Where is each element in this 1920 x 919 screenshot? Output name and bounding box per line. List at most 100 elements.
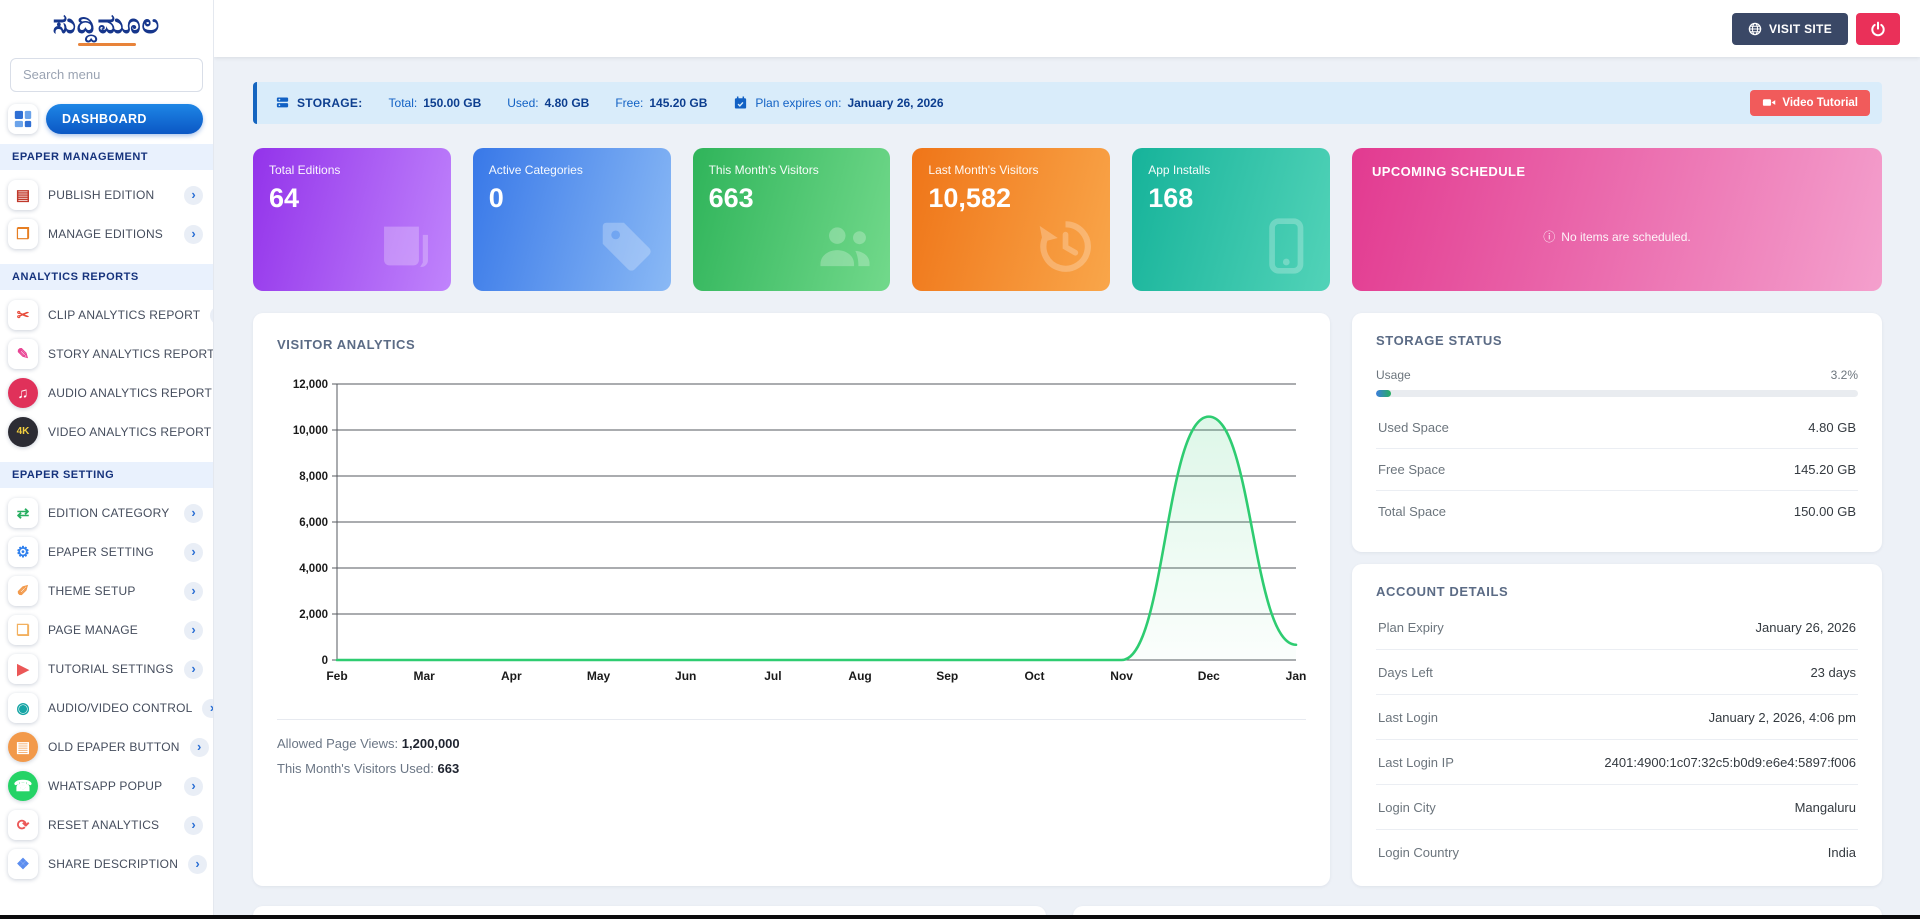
clip-report-icon: ✂: [8, 300, 38, 330]
row-value: January 2, 2026, 4:06 pm: [1709, 710, 1856, 725]
power-icon: [1870, 21, 1886, 37]
sidebar-item-video-analytics-report[interactable]: 4KVIDEO ANALYTICS REPORT: [0, 413, 213, 452]
sidebar-item-epaper-setting[interactable]: ⚙EPAPER SETTING›: [0, 533, 213, 572]
detail-row-days-left: Days Left 23 days: [1376, 650, 1858, 695]
sidebar-item-label: VIDEO ANALYTICS REPORT: [48, 425, 211, 439]
stat-card-last-month-s-visitors: Last Month's Visitors10,582: [912, 148, 1110, 291]
sidebar-item-story-analytics-report[interactable]: ✎STORY ANALYTICS REPORT: [0, 335, 213, 374]
chevron-right-icon[interactable]: ›: [184, 186, 203, 205]
row-value: Mangaluru: [1795, 800, 1856, 815]
svg-text:8,000: 8,000: [299, 471, 328, 483]
chevron-right-icon[interactable]: ›: [188, 855, 207, 874]
row-label: Days Left: [1378, 665, 1433, 680]
chevron-right-icon[interactable]: ›: [184, 660, 203, 679]
sidebar-item-share-description[interactable]: ❖SHARE DESCRIPTION›: [0, 845, 213, 884]
sidebar-item-label: OLD EPAPER BUTTON: [48, 740, 180, 754]
sidebar-item-label: PAGE MANAGE: [48, 623, 174, 637]
storage-free-value: 145.20 GB: [649, 96, 707, 110]
storage-info-bar: STORAGE: Total: 150.00 GB Used: 4.80 GB …: [253, 82, 1882, 124]
account-details-title: ACCOUNT DETAILS: [1376, 584, 1858, 599]
chevron-right-icon[interactable]: ›: [184, 777, 203, 796]
sidebar-item-label: MANAGE EDITIONS: [48, 227, 174, 241]
detail-row-login-country: Login CountryIndia: [1376, 830, 1858, 874]
chevron-right-icon[interactable]: ›: [202, 699, 214, 718]
gear-icon: ⚙: [8, 537, 38, 567]
sidebar-item-dashboard[interactable]: DASHBOARD: [0, 104, 213, 134]
sidebar-item-reset-analytics[interactable]: ⟳RESET ANALYTICS›: [0, 806, 213, 845]
stat-card-value: 10,582: [928, 183, 1094, 214]
brand-logo-tagline: [78, 43, 136, 46]
chevron-right-icon[interactable]: ›: [190, 738, 209, 757]
sidebar-item-old-epaper-button[interactable]: ▤OLD EPAPER BUTTON›: [0, 728, 213, 767]
sidebar-item-label: PUBLISH EDITION: [48, 188, 174, 202]
history-icon: [1034, 215, 1096, 277]
dashboard-grid-icon: [8, 104, 38, 134]
svg-text:6,000: 6,000: [299, 517, 328, 529]
shuffle-icon: ⇄: [8, 498, 38, 528]
sidebar-item-audio-analytics-report[interactable]: ♫ AUDIO ANALYTICS REPORT: [0, 374, 213, 413]
sidebar-item-page-manage[interactable]: ❏ PAGE MANAGE ›: [0, 611, 213, 650]
chevron-right-icon[interactable]: ›: [184, 621, 203, 640]
detail-row-login-city: Login CityMangaluru: [1376, 785, 1858, 830]
svg-text:Nov: Nov: [1110, 669, 1133, 683]
row-value: 150.00 GB: [1794, 504, 1856, 519]
row-label: Login Country: [1378, 845, 1459, 860]
sidebar-item-clip-analytics-report[interactable]: ✂CLIP ANALYTICS REPORT›: [0, 296, 213, 335]
video-camera-icon: [1762, 96, 1776, 110]
sidebar-section-title: EPAPER SETTING: [0, 462, 213, 488]
stat-card-total-editions: Total Editions64: [253, 148, 451, 291]
svg-text:Jul: Jul: [764, 669, 781, 683]
row-label: Last Login IP: [1378, 755, 1454, 770]
chevron-right-icon[interactable]: ›: [184, 582, 203, 601]
row-value: 4.80 GB: [1808, 420, 1856, 435]
chevron-right-icon[interactable]: ›: [184, 816, 203, 835]
upcoming-schedule-card: UPCOMING SCHEDULEⓘNo items are scheduled…: [1352, 148, 1882, 291]
sidebar-item-edition-category[interactable]: ⇄ EDITION CATEGORY ›: [0, 494, 213, 533]
detail-row-used-space: Used Space 4.80 GB: [1376, 407, 1858, 449]
audio-report-icon: ♫: [8, 378, 38, 408]
usage-progress-bar: [1376, 390, 1858, 397]
sidebar-item-tutorial-settings[interactable]: ▶TUTORIAL SETTINGS›: [0, 650, 213, 689]
stat-cards-row: Total Editions64Active Categories0This M…: [253, 148, 1882, 291]
video-tutorial-button[interactable]: Video Tutorial: [1750, 90, 1870, 116]
chevron-right-icon[interactable]: ›: [184, 225, 203, 244]
page-icon: ❏: [8, 615, 38, 645]
chevron-right-icon[interactable]: ›: [184, 504, 203, 523]
chevron-right-icon[interactable]: ›: [184, 543, 203, 562]
sidebar-item-audio-video-control[interactable]: ◉AUDIO/VIDEO CONTROL›: [0, 689, 213, 728]
logout-power-button[interactable]: [1856, 13, 1900, 45]
sidebar-item-label: EDITION CATEGORY: [48, 506, 174, 520]
visit-site-button[interactable]: VISIT SITE: [1732, 13, 1848, 45]
dashboard-pill-label[interactable]: DASHBOARD: [46, 104, 203, 134]
video-tutorial-label: Video Tutorial: [1782, 97, 1858, 109]
info-icon: ⓘ: [1543, 228, 1555, 245]
storage-used-value: 4.80 GB: [545, 96, 590, 110]
av-control-icon: ◉: [8, 693, 38, 723]
sidebar-item-publish-edition[interactable]: ▤ PUBLISH EDITION ›: [0, 176, 213, 215]
svg-text:0: 0: [322, 655, 328, 667]
newspaper-icon: ▤: [8, 180, 38, 210]
share-icon: ❖: [8, 849, 38, 879]
detail-row-last-login-ip: Last Login IP2401:4900:1c07:32c5:b0d9:e6…: [1376, 740, 1858, 785]
stat-card-label: This Month's Visitors: [709, 163, 875, 177]
brush-icon: ✐: [8, 576, 38, 606]
row-value: 23 days: [1810, 665, 1856, 680]
sidebar-section-title: ANALYTICS REPORTS: [0, 264, 213, 290]
sidebar-item-manage-editions[interactable]: ❒ MANAGE EDITIONS ›: [0, 215, 213, 254]
folder-editions-icon: ❒: [8, 219, 38, 249]
visit-site-label: VISIT SITE: [1769, 22, 1832, 36]
people-icon: [814, 215, 876, 277]
row-value: January 26, 2026: [1756, 620, 1856, 635]
sidebar-item-theme-setup[interactable]: ✐THEME SETUP›: [0, 572, 213, 611]
calendar-icon: [733, 95, 749, 111]
sidebar-item-label: AUDIO ANALYTICS REPORT: [48, 386, 212, 400]
sidebar-item-whatsapp-popup[interactable]: ☎WHATSAPP POPUP›: [0, 767, 213, 806]
search-input[interactable]: [10, 58, 203, 92]
newspaper-icon: [375, 215, 437, 277]
visitor-analytics-chart: 02,0004,0006,0008,00010,00012,000FebMarA…: [277, 370, 1306, 705]
svg-text:10,000: 10,000: [293, 425, 328, 437]
row-label: Used Space: [1378, 420, 1449, 435]
sidebar-item-label: TUTORIAL SETTINGS: [48, 662, 174, 676]
svg-text:Jan: Jan: [1286, 669, 1306, 683]
visitor-analytics-panel: VISITOR ANALYTICS 02,0004,0006,0008,0001…: [253, 313, 1330, 886]
